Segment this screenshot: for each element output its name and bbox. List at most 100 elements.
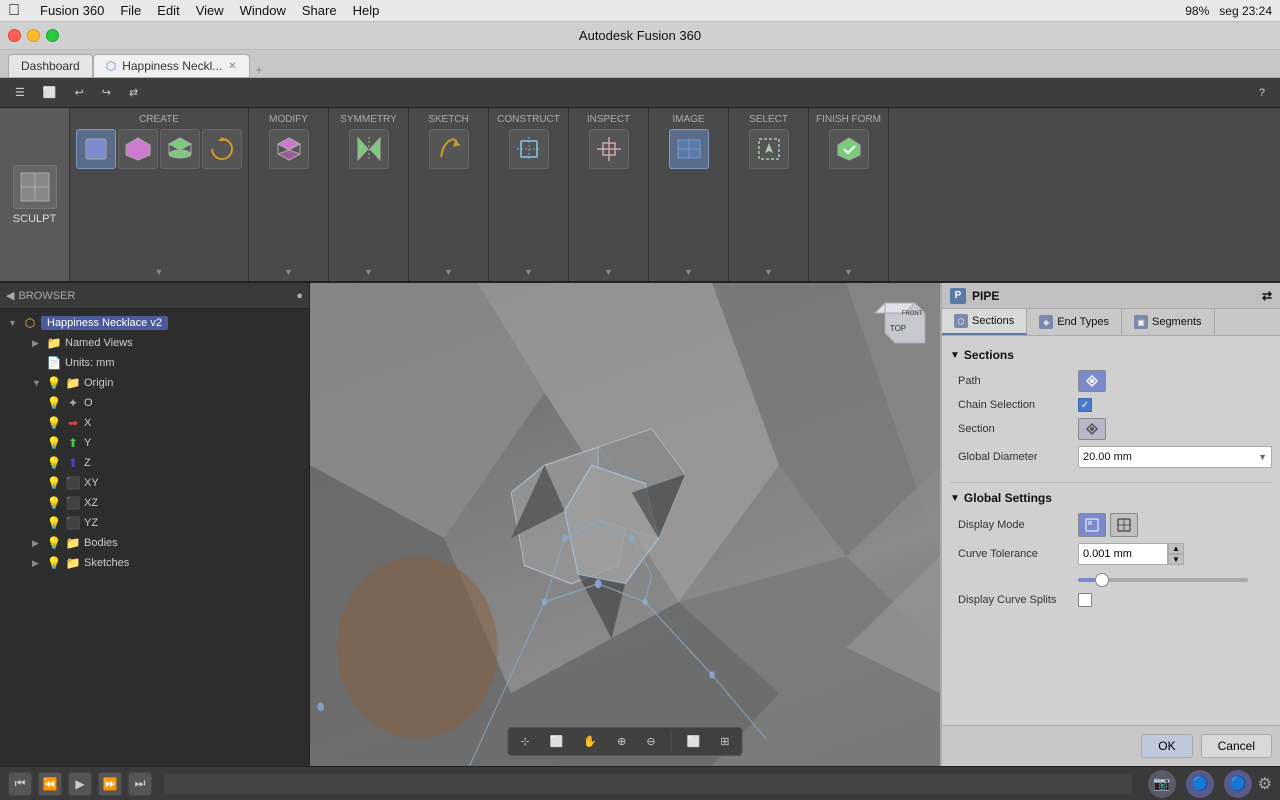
pipe-tab-sections[interactable]: ⬡ Sections (942, 309, 1027, 335)
tool-mirror[interactable] (349, 129, 389, 169)
tool-box[interactable] (76, 129, 116, 169)
tool-cylinder[interactable] (160, 129, 200, 169)
tab-dashboard[interactable]: Dashboard (8, 54, 93, 77)
tab-necklace[interactable]: ⬡ Happiness Neckl... ✕ (93, 54, 250, 77)
tree-item-bodies[interactable]: ▶ 💡 📁 Bodies (0, 533, 309, 553)
pipe-tab-segments[interactable]: ▣ Segments (1122, 309, 1215, 335)
curve-tolerance-decrement-button[interactable]: ▼ (1168, 554, 1184, 565)
create-group-arrow[interactable]: ▼ (76, 267, 242, 277)
tool-select[interactable] (749, 129, 789, 169)
menu-fusion360[interactable]: Fusion 360 (40, 3, 104, 18)
tree-item-xy[interactable]: 💡 ⬛ XY (0, 473, 309, 493)
vp-pan-button[interactable]: ✋ (574, 731, 606, 752)
share-button[interactable]: ⇄ (122, 83, 145, 102)
construct-group-arrow[interactable]: ▼ (495, 267, 562, 277)
browser-options-icon[interactable]: ● (296, 290, 303, 302)
image-group-arrow[interactable]: ▼ (655, 267, 722, 277)
path-picker-button[interactable] (1078, 370, 1106, 392)
playback-skip-back-button[interactable]: ⏮ (8, 772, 32, 796)
tool-sketch[interactable] (429, 129, 469, 169)
playback-skip-forward-button[interactable]: ⏭ (128, 772, 152, 796)
playback-play-button[interactable]: ▶ (68, 772, 92, 796)
tool-plane[interactable] (118, 129, 158, 169)
vp-display-button[interactable]: ⬜ (678, 731, 710, 752)
browser-collapse-icon[interactable]: ◀ (6, 289, 14, 302)
redo-button[interactable]: ↪ (95, 83, 118, 102)
sections-section-header[interactable]: ▼ Sections (950, 344, 1272, 366)
vp-zoom-in-button[interactable]: ⊕ (608, 731, 635, 752)
tree-item-y[interactable]: 💡 ⬆ Y (0, 433, 309, 453)
tree-item-origin[interactable]: ▼ 💡 📁 Origin (0, 373, 309, 393)
tree-item-x[interactable]: 💡 ➡ X (0, 413, 309, 433)
menu-help[interactable]: Help (353, 3, 380, 18)
tree-item-named-views[interactable]: ▶ 📁 Named Views (0, 333, 309, 353)
tree-item-o[interactable]: 💡 ✦ O (0, 393, 309, 413)
chain-selection-label: Chain Selection (958, 399, 1078, 411)
tool-construct[interactable] (509, 129, 549, 169)
close-button[interactable] (8, 29, 21, 42)
vp-grid-button[interactable]: ⊞ (711, 731, 738, 752)
global-settings-section-header[interactable]: ▼ Global Settings (950, 487, 1272, 509)
camera-icon-button[interactable]: 📷 (1148, 770, 1176, 798)
vp-snap-button[interactable]: ⊹ (512, 731, 539, 752)
cancel-button[interactable]: Cancel (1201, 734, 1272, 758)
inspect-group-arrow[interactable]: ▼ (575, 267, 642, 277)
pipe-tab-end-types[interactable]: ◈ End Types (1027, 309, 1122, 335)
viewport[interactable]: TOP FRONT ⊹ ⬜ ✋ ⊕ ⊖ ⬜ ⊞ (310, 283, 940, 766)
tab-close-icon[interactable]: ✕ (228, 61, 236, 72)
help-button[interactable]: ? (1252, 84, 1272, 102)
minimize-button[interactable] (27, 29, 40, 42)
curve-tolerance-increment-button[interactable]: ▲ (1168, 543, 1184, 554)
menu-view[interactable]: View (196, 3, 224, 18)
display-curve-splits-checkbox[interactable] (1078, 593, 1092, 607)
menu-share[interactable]: Share (302, 3, 337, 18)
display-mode-solid-button[interactable] (1078, 513, 1106, 537)
apple-menu[interactable]:  (8, 2, 20, 20)
tree-item-units[interactable]: 📄 Units: mm (0, 353, 309, 373)
symmetry-group-arrow[interactable]: ▼ (335, 267, 402, 277)
curve-tolerance-slider-thumb[interactable] (1095, 573, 1109, 587)
chain-selection-checkbox[interactable]: ✓ (1078, 398, 1092, 412)
tool-image[interactable] (669, 129, 709, 169)
display-mode-wireframe-button[interactable] (1110, 513, 1138, 537)
section-picker-button[interactable] (1078, 418, 1106, 440)
curve-tolerance-spinner-buttons: ▲ ▼ (1168, 543, 1184, 565)
cloud-icon-button[interactable]: 🔵 (1224, 770, 1252, 798)
tree-item-xz[interactable]: 💡 ⬛ XZ (0, 493, 309, 513)
pipe-expand-icon[interactable]: ⇄ (1262, 289, 1272, 303)
undo-button[interactable]: ↩ (68, 83, 91, 102)
maximize-button[interactable] (46, 29, 59, 42)
end-types-tab-label: End Types (1057, 316, 1109, 328)
menu-toggle-button[interactable]: ☰ (8, 83, 32, 102)
tool-inspect[interactable] (589, 129, 629, 169)
vp-fit-button[interactable]: ⬜ (541, 731, 573, 752)
sections-section-label: Sections (964, 348, 1014, 362)
global-diameter-select[interactable]: 20.00 mm ▼ (1078, 446, 1272, 468)
select-group-arrow[interactable]: ▼ (735, 267, 802, 277)
curve-tolerance-input[interactable]: 0.001 mm (1078, 543, 1168, 565)
timeline-area[interactable] (164, 774, 1132, 794)
cube-indicator[interactable]: TOP FRONT (870, 293, 930, 353)
modify-group-arrow[interactable]: ▼ (255, 267, 322, 277)
tool-rotate[interactable] (202, 129, 242, 169)
vp-zoom-out-button[interactable]: ⊖ (637, 731, 664, 752)
ok-button[interactable]: OK (1141, 734, 1192, 758)
menu-file[interactable]: File (120, 3, 141, 18)
tool-edit-form[interactable] (269, 129, 309, 169)
save-button[interactable]: ⬜ (36, 83, 64, 102)
record-icon-button[interactable]: 🔵 (1186, 770, 1214, 798)
finish-form-group-arrow[interactable]: ▼ (815, 267, 882, 277)
sketch-group-arrow[interactable]: ▼ (415, 267, 482, 277)
tab-necklace-label: Happiness Neckl... (122, 59, 222, 73)
playback-step-back-button[interactable]: ⏪ (38, 772, 62, 796)
new-tab-button[interactable]: + (256, 63, 263, 77)
menu-window[interactable]: Window (240, 3, 286, 18)
tree-item-root[interactable]: ▼ ⬡ Happiness Necklace v2 (0, 313, 309, 333)
playback-step-forward-button[interactable]: ⏩ (98, 772, 122, 796)
settings-button[interactable]: ⚙ (1258, 774, 1272, 794)
menu-edit[interactable]: Edit (157, 3, 179, 18)
tree-item-yz[interactable]: 💡 ⬛ YZ (0, 513, 309, 533)
tree-item-z[interactable]: 💡 ⬆ Z (0, 453, 309, 473)
tool-finish-form[interactable] (829, 129, 869, 169)
tree-item-sketches[interactable]: ▶ 💡 📁 Sketches (0, 553, 309, 573)
